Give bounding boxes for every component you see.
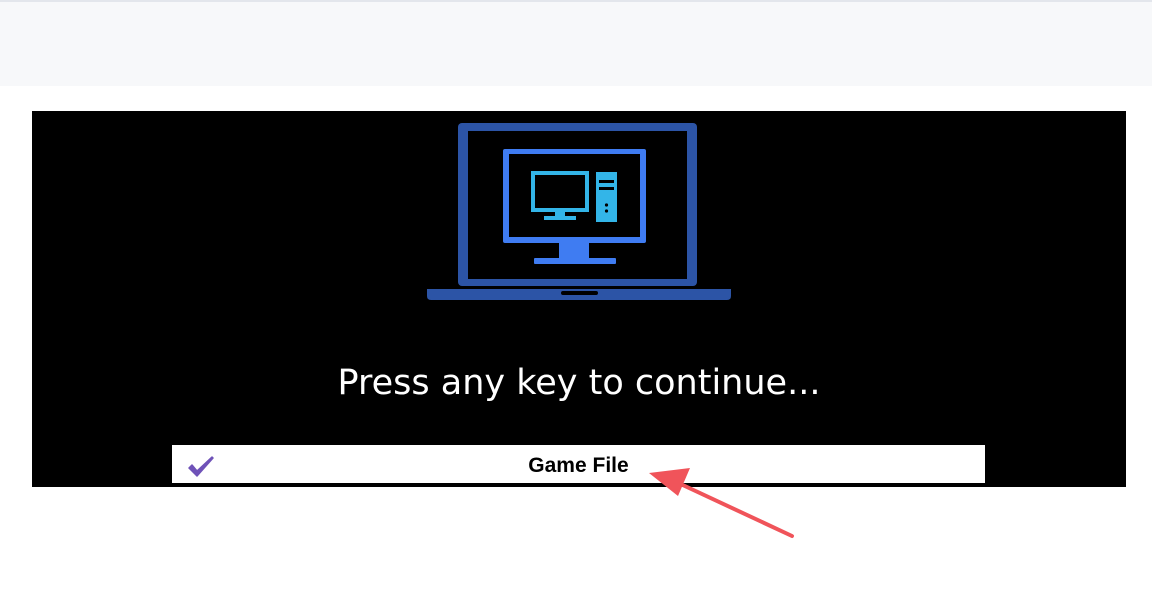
loaded-file-row[interactable]: Game File: [172, 445, 985, 486]
laptop-illustration: [427, 123, 731, 300]
continue-prompt: Press any key to continue...: [337, 363, 821, 403]
game-file-label: Game File: [528, 454, 629, 477]
